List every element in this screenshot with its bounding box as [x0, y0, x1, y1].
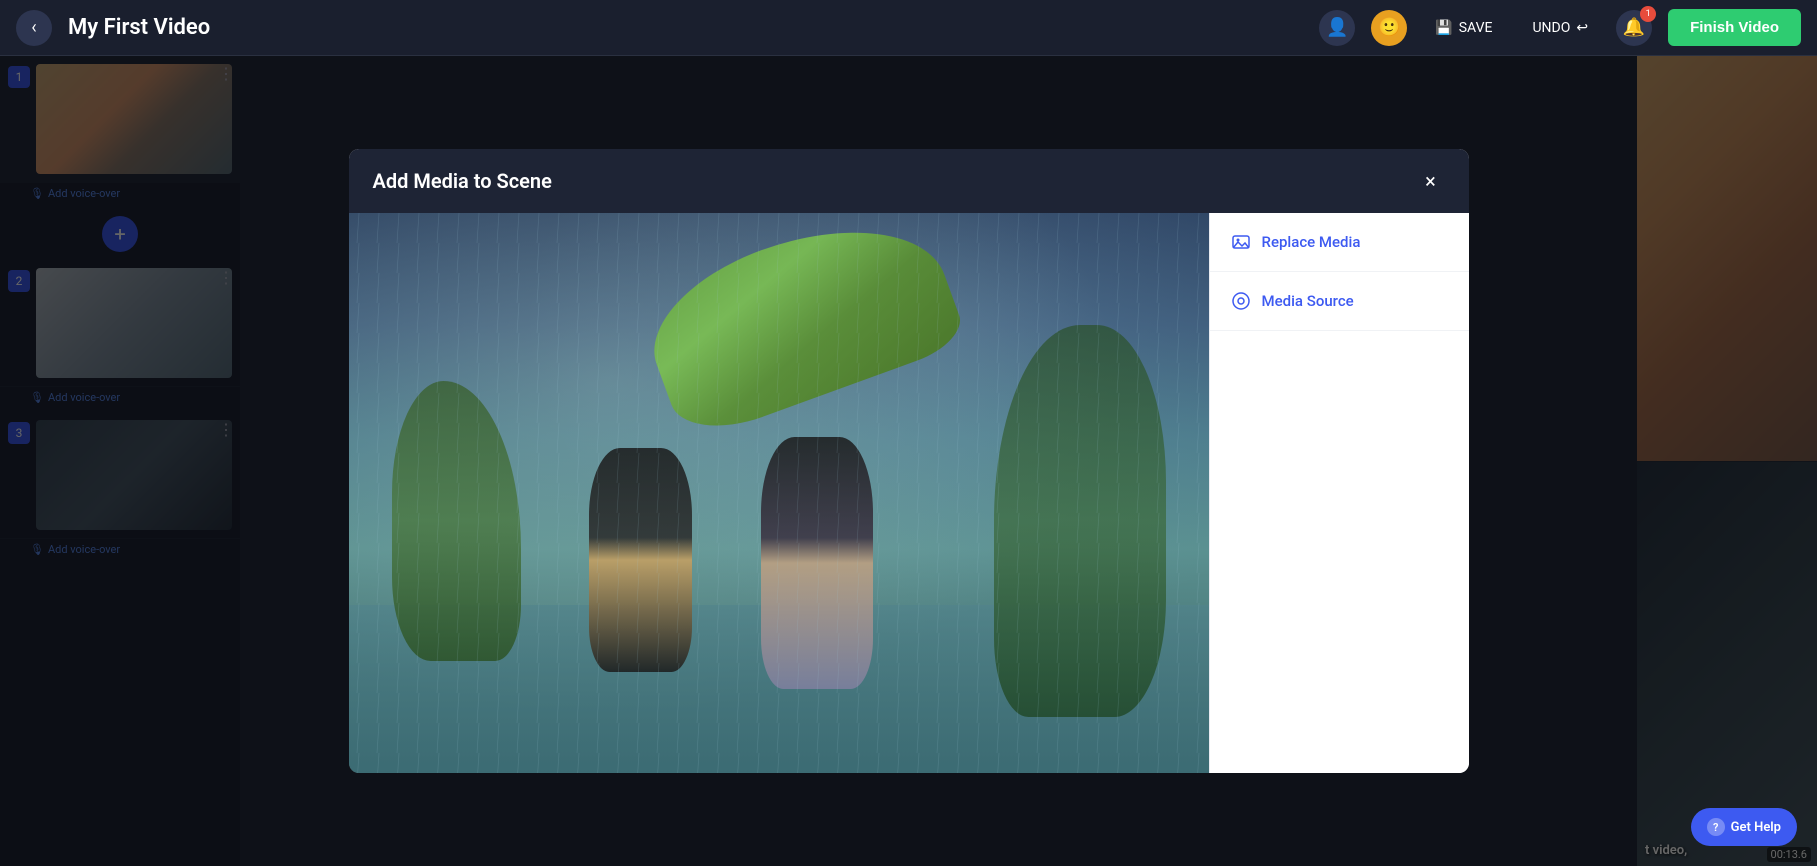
- modal-sidebar: Replace Media Media Source: [1209, 213, 1469, 773]
- rain-scene-image: [349, 213, 1209, 773]
- save-label: SAVE: [1459, 20, 1493, 36]
- modal-media-preview: [349, 213, 1209, 773]
- media-source-label: Media Source: [1262, 292, 1354, 310]
- notification-button[interactable]: 🔔 1: [1616, 10, 1652, 46]
- topbar: ‹ My First Video 👤 🙂 💾 SAVE UNDO ↩ 🔔 1: [0, 0, 1817, 56]
- back-button[interactable]: ‹: [16, 10, 52, 46]
- undo-icon: ↩: [1576, 20, 1588, 36]
- avatar[interactable]: 🙂: [1371, 10, 1407, 46]
- finish-video-button[interactable]: Finish Video: [1668, 9, 1801, 46]
- avatar-icon: 🙂: [1378, 17, 1400, 38]
- replace-media-icon: [1230, 231, 1252, 253]
- save-button[interactable]: 💾 SAVE: [1423, 14, 1504, 42]
- help-icon: ?: [1707, 818, 1725, 836]
- undo-button[interactable]: UNDO ↩: [1520, 14, 1600, 42]
- save-icon: 💾: [1435, 20, 1452, 36]
- add-media-modal: Add Media to Scene ×: [349, 149, 1469, 773]
- rain-overlay: [349, 213, 1209, 773]
- media-source-button[interactable]: Media Source: [1210, 272, 1469, 331]
- topbar-actions: 👤 🙂 💾 SAVE UNDO ↩ 🔔 1 Finish Video: [1319, 9, 1801, 46]
- modal-close-button[interactable]: ×: [1417, 167, 1445, 195]
- undo-label: UNDO: [1532, 20, 1570, 36]
- modal-overlay: Add Media to Scene ×: [0, 56, 1817, 866]
- media-source-icon: [1230, 290, 1252, 312]
- get-help-button[interactable]: ? Get Help: [1691, 808, 1797, 846]
- modal-header: Add Media to Scene ×: [349, 149, 1469, 213]
- replace-media-button[interactable]: Replace Media: [1210, 213, 1469, 272]
- notification-badge-count: 1: [1640, 6, 1656, 22]
- replace-media-label: Replace Media: [1262, 233, 1361, 251]
- page-title: My First Video: [68, 15, 1319, 40]
- modal-title: Add Media to Scene: [373, 169, 552, 193]
- user-icon: 👤: [1326, 17, 1348, 38]
- get-help-label: Get Help: [1731, 820, 1781, 835]
- modal-body: Replace Media Media Source: [349, 213, 1469, 773]
- main-area: 1 ⋮ 🎙 Add voice-over + 2 ⋮ 🎙 Add voice-o…: [0, 56, 1817, 866]
- user-icon-btn[interactable]: 👤: [1319, 10, 1355, 46]
- back-icon: ‹: [31, 17, 36, 38]
